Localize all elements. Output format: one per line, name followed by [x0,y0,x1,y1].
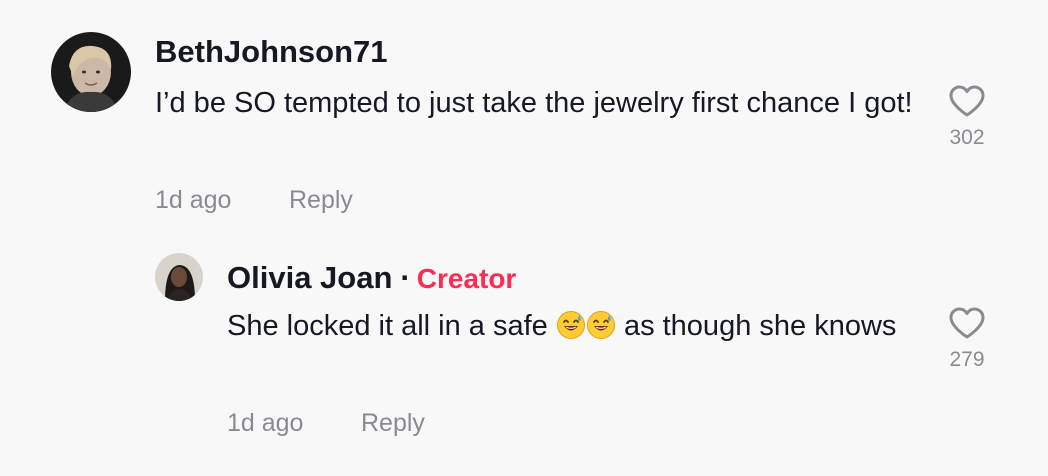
like-count: 279 [949,348,985,371]
reply-text: She locked it all in a safe as though sh… [227,304,907,348]
like-button[interactable]: 279 [937,306,997,372]
reply-button[interactable]: Reply [361,409,425,438]
comment-item: BethJohnson71 I’d be SO tempted to just … [0,0,1048,240]
avatar-image [155,253,203,301]
reply-text-part-2: as though she knows [623,310,897,342]
avatar[interactable] [155,253,203,301]
reply-timestamp: 1d ago [227,409,304,437]
separator-dot: · [400,260,411,295]
avatar[interactable] [51,32,131,112]
reply-username-row: Olivia Joan · Creator [227,260,516,296]
comment-username[interactable]: BethJohnson71 [155,34,388,70]
creator-badge: Creator [416,263,517,294]
reply-text-part-1: She locked it all in a safe [227,310,548,342]
heart-outline-icon [949,307,985,339]
comment-text: I’d be SO tempted to just take the jewel… [155,87,913,119]
avatar-image [51,32,131,112]
reply-button[interactable]: Reply [289,186,353,215]
sweat-smile-emoji [556,310,586,340]
comment-timestamp: 1d ago [155,186,232,214]
sweat-smile-emoji [586,310,616,340]
reply-username[interactable]: Olivia Joan [227,260,392,295]
reply-item: Olivia Joan · Creator She locked it all in… [0,240,1048,476]
like-button[interactable]: 302 [937,84,997,150]
heart-outline-icon [949,85,985,117]
like-count: 302 [949,126,985,149]
